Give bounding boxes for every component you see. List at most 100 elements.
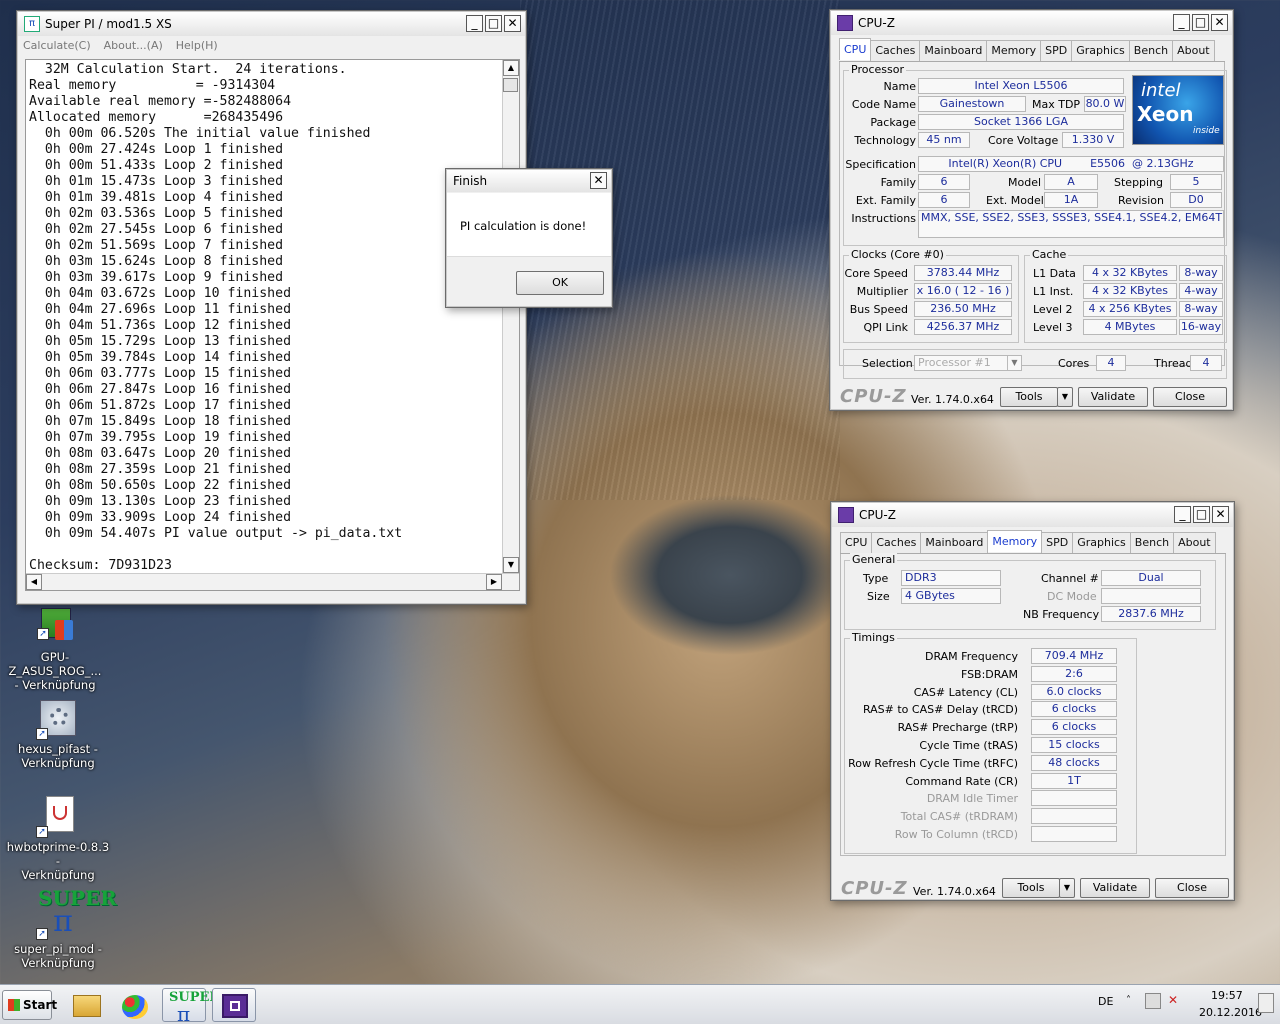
tab-about[interactable]: About — [1172, 40, 1215, 61]
taskbar-explorer[interactable] — [64, 988, 108, 1022]
tab-graphics[interactable]: Graphics — [1072, 532, 1131, 553]
scroll-left-icon[interactable]: ◀ — [26, 574, 42, 590]
tab-memory[interactable]: Memory — [987, 530, 1043, 552]
output-line: 0h 08m 27.359s Loop 21 finished — [29, 462, 292, 477]
desktop-icon-hwbotprime[interactable]: ➚ hwbotprime-0.8.3 - Verknüpfung — [3, 796, 113, 882]
maximize-button[interactable]: □ — [1192, 14, 1209, 31]
output-line: 0h 03m 15.624s Loop 8 finished — [29, 254, 284, 269]
validate-button[interactable]: Validate — [1078, 387, 1148, 407]
taskbar-paint[interactable] — [113, 988, 157, 1022]
minimize-button[interactable]: _ — [1173, 14, 1190, 31]
output-line: 0h 05m 15.729s Loop 13 finished — [29, 334, 292, 349]
start-button[interactable]: Start — [2, 990, 57, 1020]
cpuz-window-cpu[interactable]: CPU-Z _ □ ✕ CPU Caches Mainboard Memory … — [829, 9, 1234, 411]
output-line: 32M Calculation Start. 24 iterations. — [29, 62, 347, 77]
tab-memory[interactable]: Memory — [986, 40, 1042, 61]
processor-select[interactable]: Processor #1 ▼ — [914, 355, 1022, 371]
superpi-output[interactable]: 32M Calculation Start. 24 iterations. Rea… — [25, 59, 520, 591]
vertical-scrollbar[interactable]: ▲ ▼ — [502, 60, 519, 573]
scroll-down-icon[interactable]: ▼ — [503, 557, 519, 573]
scroll-right-icon[interactable]: ▶ — [486, 574, 502, 590]
notifications-icon[interactable] — [1258, 993, 1274, 1013]
tab-mainboard[interactable]: Mainboard — [920, 532, 989, 553]
group-label: Processor — [849, 63, 906, 76]
desktop-icon-pifast[interactable]: ➚ hexus_pifast - Verknüpfung — [3, 698, 113, 770]
desktop-icon-superpi[interactable]: SUPER π ➚ super_pi_mod - Verknüpfung — [3, 886, 117, 970]
output-line: 0h 02m 51.569s Loop 7 finished — [29, 238, 284, 253]
maximize-button[interactable]: □ — [485, 15, 502, 32]
superpi-titlebar[interactable]: π Super PI / mod1.5 XS _ □ ✕ — [18, 12, 525, 36]
tab-bench[interactable]: Bench — [1129, 532, 1175, 553]
voltage-label: Core Voltage — [988, 134, 1059, 147]
extfamily-label: Ext. Family — [855, 194, 916, 207]
validate-button[interactable]: Validate — [1080, 878, 1150, 898]
window-title: Super PI / mod1.5 XS — [45, 17, 172, 31]
timing-label: FSB:DRAM — [960, 667, 1018, 681]
shortcut-arrow-icon: ➚ — [36, 826, 48, 838]
maximize-button[interactable]: □ — [1193, 506, 1210, 523]
volume-muted-icon[interactable]: ✕ — [1168, 993, 1184, 1009]
tab-about[interactable]: About — [1173, 532, 1216, 553]
timing-label: DRAM Frequency — [924, 650, 1018, 663]
intel-logo-text: intel — [1141, 80, 1181, 101]
tools-button[interactable]: Tools — [1000, 387, 1058, 407]
clock-date[interactable]: 20.12.2016 — [1199, 1006, 1262, 1019]
output-line: 0h 03m 39.617s Loop 9 finished — [29, 270, 284, 285]
show-hidden-icons[interactable]: ˄ — [1126, 995, 1131, 1006]
tab-cpu[interactable]: CPU — [840, 532, 873, 553]
clock-time[interactable]: 19:57 — [1211, 989, 1243, 1002]
model-value: A — [1044, 174, 1098, 190]
superpi-menubar: Calculate(C) About...(A) Help(H) — [23, 39, 218, 52]
minimize-button[interactable]: _ — [1174, 506, 1191, 523]
cpuz-window-memory[interactable]: CPU-Z _ □ ✕ CPU Caches Mainboard Memory … — [830, 501, 1235, 901]
tools-dropdown-icon[interactable]: ▼ — [1057, 387, 1073, 407]
close-button[interactable]: ✕ — [504, 15, 521, 32]
tab-mainboard[interactable]: Mainboard — [919, 40, 988, 61]
tab-cpu[interactable]: CPU — [839, 38, 872, 60]
scroll-thumb[interactable] — [503, 78, 518, 92]
tools-button[interactable]: Tools — [1002, 878, 1060, 898]
desktop-icon-sublabel: Verknüpfung — [21, 956, 95, 970]
selection-group: Selection Processor #1 ▼ Cores 4 Threads… — [843, 349, 1227, 379]
chevron-down-icon[interactable]: ▼ — [1007, 356, 1021, 370]
network-icon[interactable] — [1145, 993, 1161, 1009]
menu-help[interactable]: Help(H) — [176, 39, 218, 52]
taskbar-superpi[interactable]: SUPER π — [162, 988, 220, 1024]
close-window-button[interactable]: Close — [1155, 878, 1229, 898]
close-button[interactable]: ✕ — [1211, 14, 1228, 31]
finish-titlebar[interactable]: Finish ✕ — [447, 170, 611, 192]
tools-dropdown-icon[interactable]: ▼ — [1059, 878, 1075, 898]
tab-caches[interactable]: Caches — [871, 532, 922, 553]
channel-label: Channel # — [1041, 572, 1099, 585]
menu-about[interactable]: About...(A) — [104, 39, 163, 52]
cpuz-titlebar[interactable]: CPU-Z _ □ ✕ — [831, 11, 1232, 35]
tab-bench[interactable]: Bench — [1128, 40, 1174, 61]
taskbar-cpuz[interactable] — [212, 988, 256, 1022]
ok-button[interactable]: OK — [516, 271, 604, 295]
tab-spd[interactable]: SPD — [1040, 40, 1073, 61]
desktop-icon-gpuz[interactable]: ➚ GPU-Z_ASUS_ROG_... - Verknüpfung — [0, 606, 110, 692]
tab-graphics[interactable]: Graphics — [1071, 40, 1130, 61]
minimize-button[interactable]: _ — [466, 15, 483, 32]
language-indicator[interactable]: DE — [1098, 995, 1113, 1008]
finish-dialog[interactable]: Finish ✕ PI calculation is done! OK — [445, 168, 613, 308]
tab-caches[interactable]: Caches — [870, 40, 921, 61]
dcmode-value — [1101, 588, 1201, 604]
dialog-message: PI calculation is done! — [460, 219, 587, 233]
l1i-value: 4 x 32 KBytes — [1083, 283, 1177, 299]
timing-label: DRAM Idle Timer — [926, 792, 1018, 806]
menu-calculate[interactable]: Calculate(C) — [23, 39, 91, 52]
close-button[interactable]: ✕ — [1212, 506, 1229, 523]
tab-spd[interactable]: SPD — [1041, 532, 1074, 553]
output-line: 0h 04m 03.672s Loop 10 finished — [29, 286, 292, 301]
output-line: 0h 01m 39.481s Loop 4 finished — [29, 190, 284, 205]
desktop-icon-label: GPU-Z_ASUS_ROG_... — [8, 650, 102, 678]
l2-value: 4 x 256 KBytes — [1083, 301, 1177, 317]
close-window-button[interactable]: Close — [1153, 387, 1227, 407]
scroll-up-icon[interactable]: ▲ — [503, 60, 519, 76]
voltage-value: 1.330 V — [1062, 132, 1124, 148]
version-label: Ver. 1.74.0.x64 — [913, 885, 996, 898]
cpuz-titlebar[interactable]: CPU-Z _ □ ✕ — [832, 503, 1233, 527]
close-button[interactable]: ✕ — [590, 172, 607, 189]
horizontal-scrollbar[interactable]: ◀ ▶ — [26, 573, 519, 590]
